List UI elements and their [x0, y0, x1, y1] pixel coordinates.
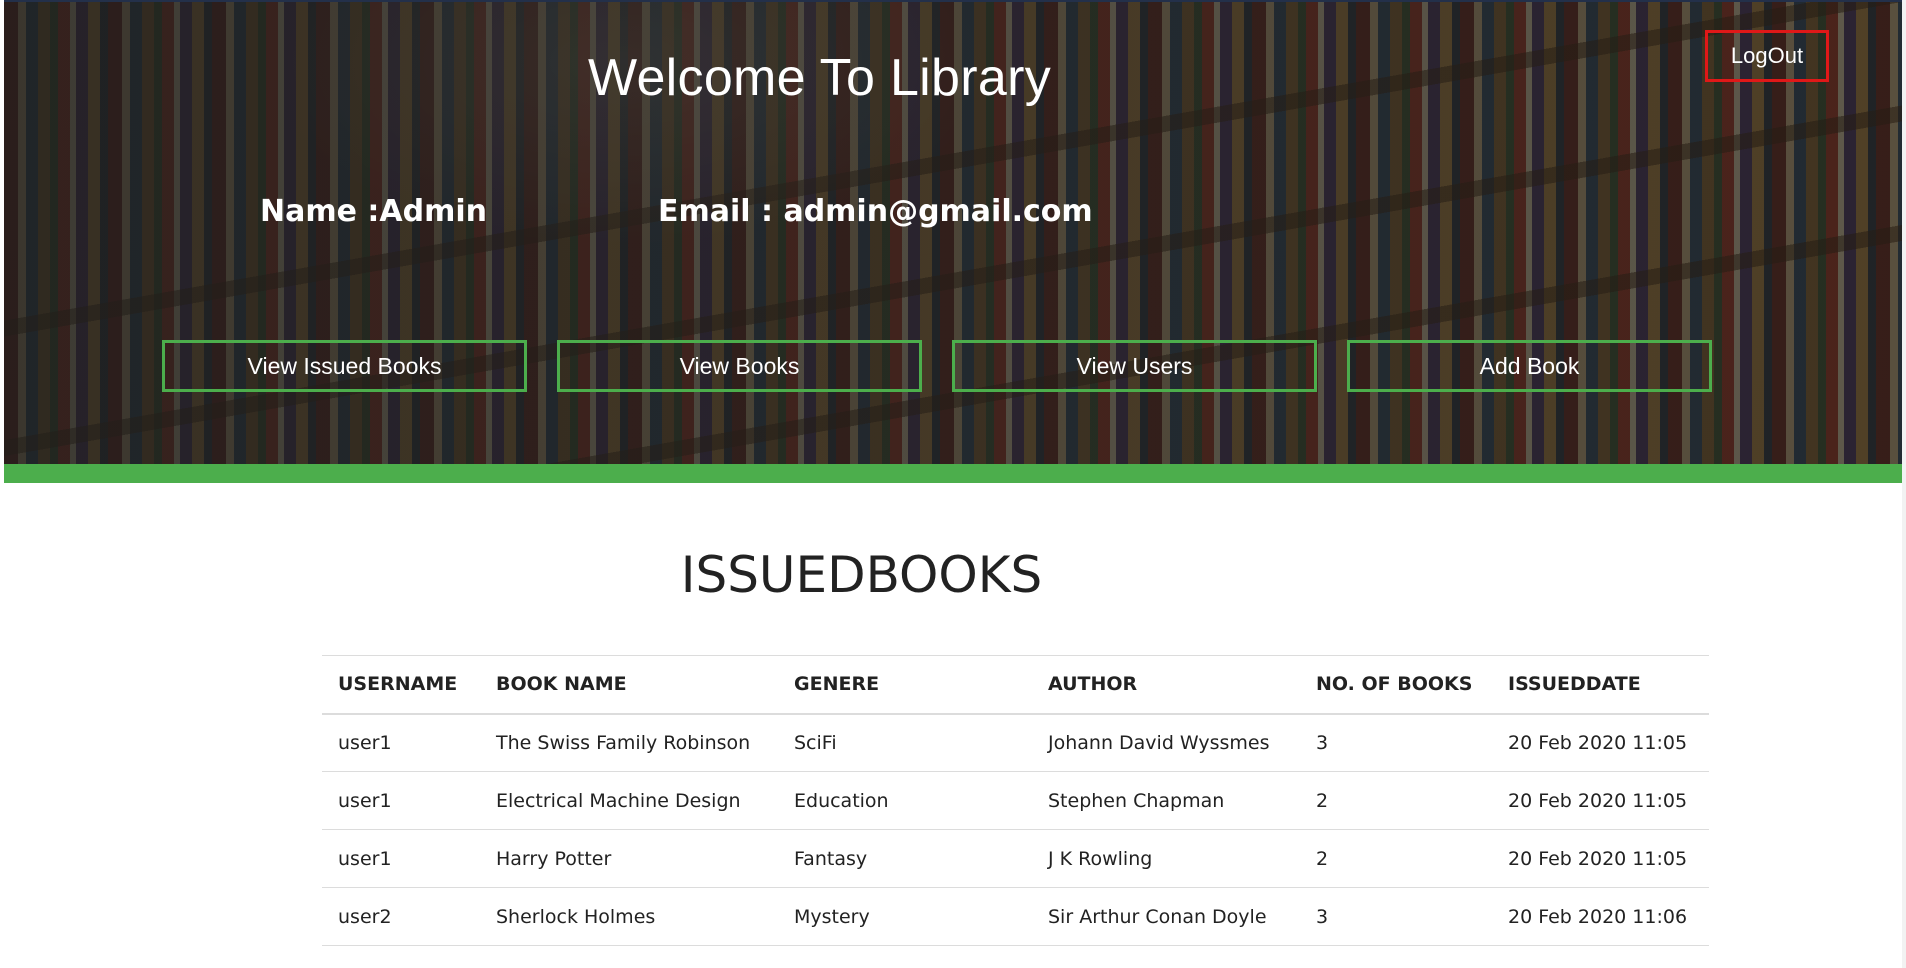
column-header-author: AUTHOR — [1032, 655, 1300, 715]
cell-no-of-books: 2 — [1300, 771, 1492, 830]
view-issued-books-button[interactable]: View Issued Books — [162, 340, 527, 392]
profile-name: Name :Admin — [260, 194, 487, 229]
cell-author: J K Rowling — [1032, 829, 1300, 888]
cell-genre: Fantasy — [778, 829, 1032, 888]
hero-banner: Welcome To Library LogOut Name :Admin Em… — [4, 0, 1902, 464]
cell-genre: Mystery — [778, 887, 1032, 946]
cell-no-of-books: 3 — [1300, 887, 1492, 946]
cell-book-name: The Swiss Family Robinson — [480, 713, 778, 772]
cell-author: Stephen Chapman — [1032, 771, 1300, 830]
column-header-issued-date: ISSUEDDATE — [1492, 655, 1709, 715]
column-header-username: USERNAME — [322, 655, 480, 715]
cell-genre: SciFi — [778, 713, 1032, 772]
cell-book-name: Harry Potter — [480, 829, 778, 888]
page-title: Welcome To Library — [588, 49, 1051, 107]
profile-email: Email : admin@gmail.com — [658, 194, 1093, 229]
cell-issued-date: 20 Feb 2020 11:06 — [1492, 887, 1709, 946]
add-book-button[interactable]: Add Book — [1347, 340, 1712, 392]
table-row: user2 Sherlock Holmes Mystery Sir Arthur… — [322, 887, 1709, 946]
issued-books-table: USERNAME BOOK NAME GENERE AUTHOR NO. OF … — [322, 655, 1709, 946]
cell-book-name: Sherlock Holmes — [480, 887, 778, 946]
header-divider-bar — [4, 464, 1902, 483]
cell-no-of-books: 2 — [1300, 829, 1492, 888]
table-row: user1 Harry Potter Fantasy J K Rowling 2… — [322, 829, 1709, 888]
cell-issued-date: 20 Feb 2020 11:05 — [1492, 713, 1709, 772]
page: Welcome To Library LogOut Name :Admin Em… — [0, 0, 1906, 968]
column-header-book-name: BOOK NAME — [480, 655, 778, 715]
cell-username: user1 — [322, 771, 480, 830]
table-row: user1 The Swiss Family Robinson SciFi Jo… — [322, 713, 1709, 772]
section-title: ISSUEDBOOKS — [680, 546, 1043, 604]
cell-author: Johann David Wyssmes — [1032, 713, 1300, 772]
column-header-genre: GENERE — [778, 655, 1032, 715]
cell-username: user2 — [322, 887, 480, 946]
table-header-row: USERNAME BOOK NAME GENERE AUTHOR NO. OF … — [322, 655, 1709, 715]
nav-buttons: View Issued Books View Books View Users … — [162, 340, 1712, 392]
view-users-button[interactable]: View Users — [952, 340, 1317, 392]
cell-book-name: Electrical Machine Design — [480, 771, 778, 830]
cell-username: user1 — [322, 829, 480, 888]
scrollbar-track[interactable] — [1902, 0, 1906, 968]
column-header-no-of-books: NO. OF BOOKS — [1300, 655, 1492, 715]
cell-no-of-books: 3 — [1300, 713, 1492, 772]
cell-issued-date: 20 Feb 2020 11:05 — [1492, 829, 1709, 888]
cell-issued-date: 20 Feb 2020 11:05 — [1492, 771, 1709, 830]
cell-genre: Education — [778, 771, 1032, 830]
table-row: user1 Electrical Machine Design Educatio… — [322, 771, 1709, 830]
cell-author: Sir Arthur Conan Doyle — [1032, 887, 1300, 946]
cell-username: user1 — [322, 713, 480, 772]
logout-button[interactable]: LogOut — [1705, 30, 1829, 82]
view-books-button[interactable]: View Books — [557, 340, 922, 392]
